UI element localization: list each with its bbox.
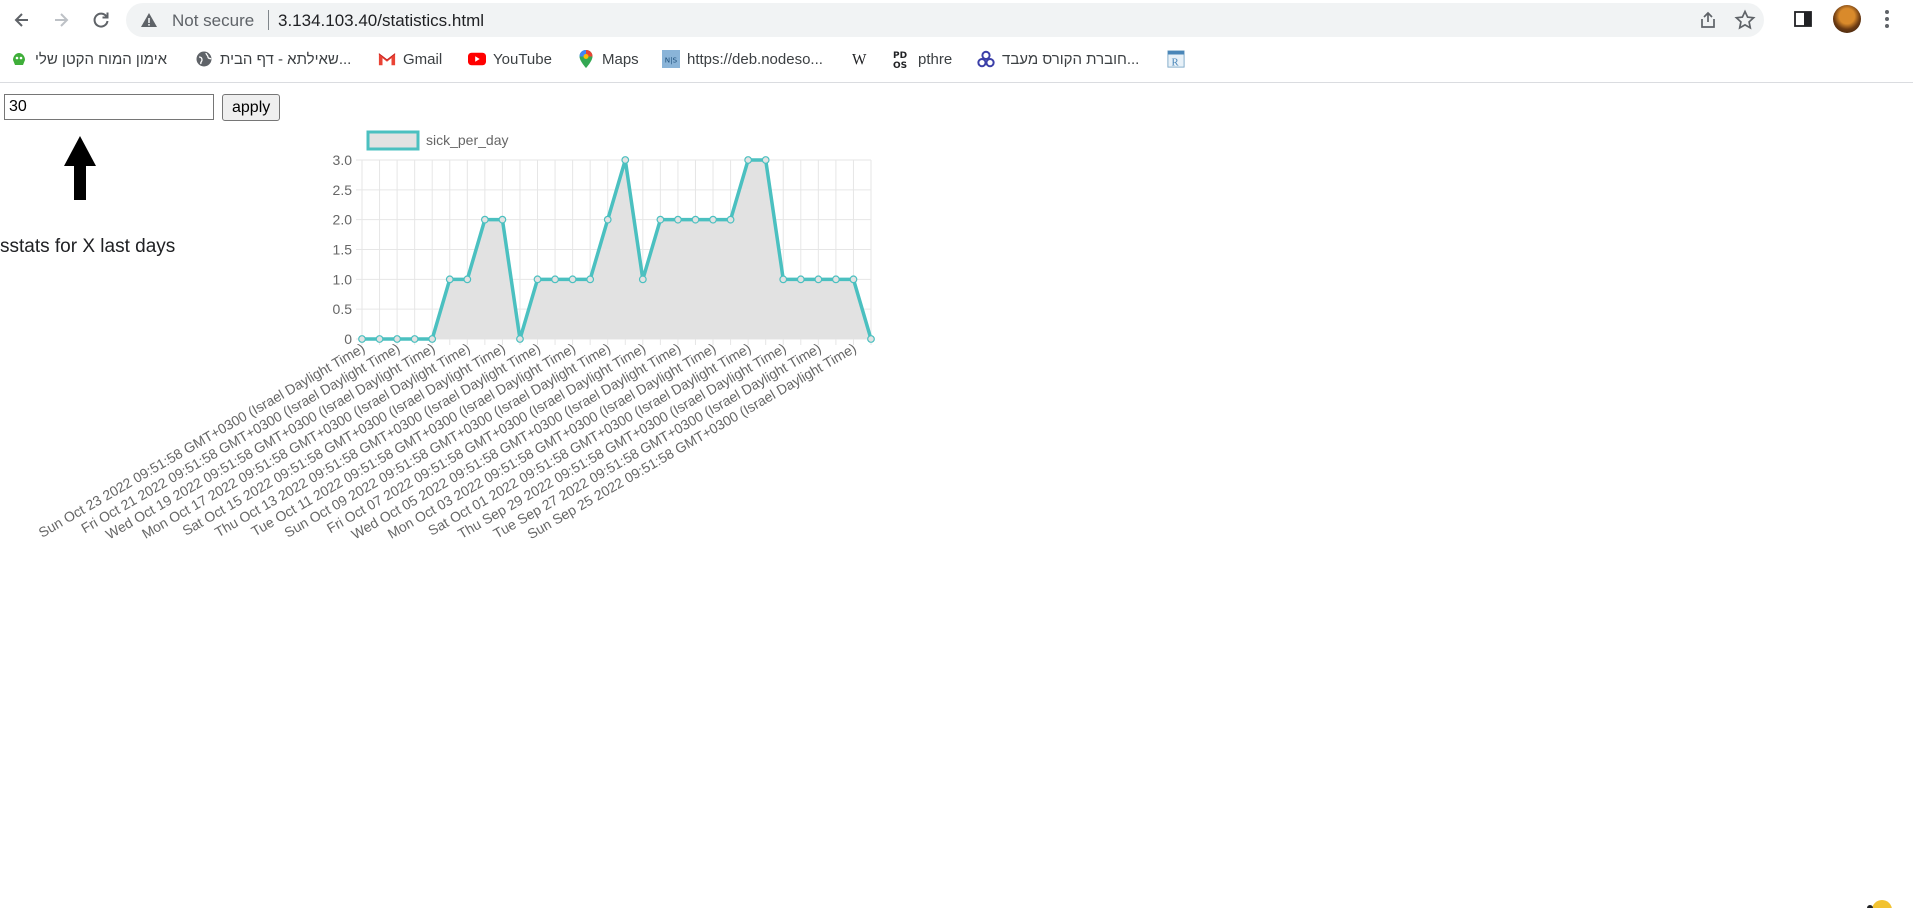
- bookmark-item-gmail[interactable]: Gmail: [378, 40, 442, 78]
- url-text[interactable]: 3.134.103.40/statistics.html: [278, 11, 484, 31]
- data-point[interactable]: [779, 275, 788, 284]
- y-axis-labels: 00.51.01.52.02.53.0: [333, 152, 353, 347]
- kebab-menu-icon[interactable]: [1880, 8, 1894, 30]
- chart-legend[interactable]: sick_per_day: [366, 130, 509, 151]
- days-input[interactable]: [4, 94, 214, 120]
- data-point[interactable]: [551, 275, 559, 284]
- bookmark-item-youtube[interactable]: YouTube: [468, 40, 552, 78]
- data-point[interactable]: [796, 275, 805, 284]
- bookmark-label: אימון המוח הקטן שלי: [35, 50, 168, 68]
- bookmark-item-maps[interactable]: Maps: [577, 40, 639, 78]
- bookmark-item-wikipedia[interactable]: W: [852, 40, 870, 78]
- warning-icon: [141, 13, 157, 27]
- bookmark-label: YouTube: [493, 50, 552, 68]
- y-tick-label: 1.5: [333, 242, 353, 258]
- gmail-icon: [378, 50, 396, 68]
- legend-label: sick_per_day: [426, 132, 509, 148]
- svg-text:PD: PD: [893, 51, 907, 61]
- data-point[interactable]: [463, 275, 472, 284]
- y-tick-label: 3.0: [333, 152, 353, 168]
- data-point[interactable]: [761, 156, 770, 164]
- y-tick-label: 1.0: [333, 271, 353, 287]
- reload-button[interactable]: [85, 4, 117, 36]
- omnibox-divider: [268, 10, 269, 30]
- data-point[interactable]: [814, 275, 823, 284]
- svg-text:OS: OS: [893, 61, 907, 69]
- svg-text:R: R: [1172, 56, 1180, 68]
- sick-per-day-chart: 00.51.01.52.02.53.0 Sun Oct 23 2022 09:5…: [36, 130, 875, 543]
- data-point[interactable]: [516, 335, 524, 343]
- side-panel-icon[interactable]: [1793, 9, 1813, 29]
- bookmark-label: שאילתא - דף הבית...: [220, 50, 352, 68]
- globe-icon: [195, 50, 213, 68]
- data-point[interactable]: [568, 275, 577, 284]
- youtube-icon: [468, 50, 486, 68]
- data-point[interactable]: [498, 215, 507, 224]
- bookmark-item-brain-training[interactable]: אימון המוח הקטן שלי: [10, 40, 167, 78]
- data-point[interactable]: [726, 215, 735, 224]
- data-point[interactable]: [744, 156, 753, 164]
- profile-avatar[interactable]: [1833, 5, 1861, 33]
- green-creature-icon: [10, 50, 28, 68]
- data-point[interactable]: [375, 335, 384, 343]
- bookmark-item-pthre[interactable]: PD OS pthre: [893, 40, 952, 78]
- data-point[interactable]: [831, 275, 840, 284]
- maps-pin-icon: [577, 50, 595, 68]
- bookmark-label: חוברת הקורס מעבד...: [1002, 50, 1140, 68]
- data-point[interactable]: [586, 275, 595, 284]
- bookmark-item-sheilta[interactable]: שאילתא - דף הבית...: [195, 40, 351, 78]
- bookmark-label: pthre: [918, 50, 953, 68]
- data-point[interactable]: [867, 335, 875, 343]
- data-point[interactable]: [445, 275, 454, 284]
- back-arrow-icon: [14, 13, 28, 27]
- nodesource-icon: N|S: [662, 50, 680, 68]
- legend-swatch: [366, 130, 420, 151]
- apply-button[interactable]: apply: [222, 94, 281, 121]
- bookmark-star-icon[interactable]: [1734, 9, 1756, 31]
- data-point[interactable]: [656, 215, 665, 224]
- svg-text:W: W: [852, 51, 867, 68]
- bookmark-label: Gmail: [403, 50, 443, 68]
- data-point[interactable]: [533, 275, 542, 284]
- data-point[interactable]: [638, 275, 647, 284]
- data-point[interactable]: [849, 275, 858, 284]
- corner-emoji-icon: [1867, 900, 1892, 908]
- data-point[interactable]: [410, 335, 419, 343]
- data-point[interactable]: [603, 215, 612, 224]
- browser-toolbar: Not secure 3.134.103.40/statistics.html: [0, 0, 1913, 40]
- reload-icon: [93, 12, 109, 28]
- bookmark-label: Maps: [602, 50, 639, 68]
- address-bar[interactable]: Not secure 3.134.103.40/statistics.html: [126, 3, 1764, 37]
- y-tick-label: 0.5: [333, 301, 353, 317]
- data-point[interactable]: [709, 215, 717, 224]
- share-icon[interactable]: [1698, 10, 1718, 30]
- security-status[interactable]: Not secure: [172, 11, 254, 31]
- bookmark-label: https://deb.nodeso...: [687, 50, 823, 68]
- data-point[interactable]: [674, 215, 682, 224]
- tri-circle-icon: [977, 50, 995, 68]
- forward-button[interactable]: [45, 4, 77, 36]
- r-doc-icon: R: [1167, 50, 1185, 68]
- bookmark-item-course-booklet[interactable]: חוברת הקורס מעבד...: [977, 40, 1139, 78]
- pdos-icon: PD OS: [893, 50, 911, 69]
- bookmarks-bar: אימון המוח הקטן שלי שאילתא - דף הבית... …: [0, 40, 1913, 83]
- x-axis-labels: Sun Oct 23 2022 09:51:58 GMT+0300 (Israe…: [36, 340, 859, 543]
- bookmark-item-r-doc[interactable]: R: [1167, 40, 1185, 78]
- wikipedia-icon: W: [852, 50, 870, 68]
- data-point[interactable]: [691, 215, 700, 224]
- data-point[interactable]: [621, 156, 630, 164]
- forward-arrow-icon: [55, 13, 69, 27]
- y-tick-label: 2.0: [333, 212, 353, 228]
- svg-text:N|S: N|S: [665, 56, 678, 65]
- data-point[interactable]: [480, 215, 489, 224]
- bookmark-item-nodesource[interactable]: N|S https://deb.nodeso...: [662, 40, 823, 78]
- back-button[interactable]: [6, 4, 38, 36]
- y-tick-label: 2.5: [333, 182, 353, 198]
